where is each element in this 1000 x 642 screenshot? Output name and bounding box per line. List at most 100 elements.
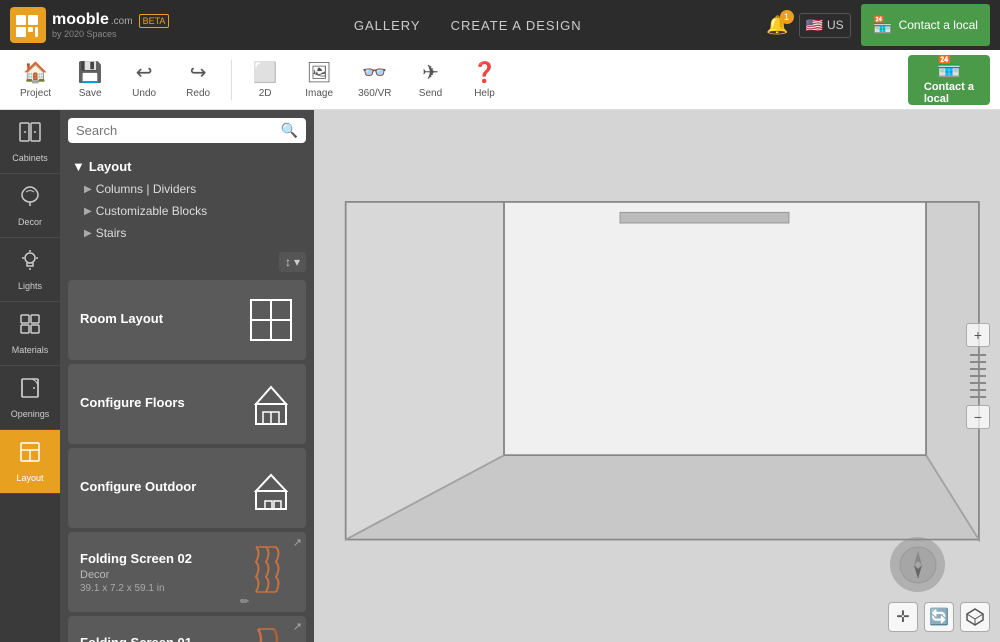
tree-item-blocks[interactable]: ▶ Customizable Blocks	[68, 200, 306, 222]
vr-icon: 👓	[362, 60, 387, 85]
gallery-link[interactable]: GALLERY	[354, 18, 421, 33]
room-layout-title: Room Layout	[80, 311, 224, 326]
layout-icon	[18, 440, 42, 470]
panel-card-folding-01[interactable]: Folding Screen 01 Decor 38.5 x 20.5 x 70…	[68, 616, 306, 642]
create-design-link[interactable]: CREATE A DESIGN	[451, 18, 582, 33]
ruler-line	[970, 354, 986, 356]
share-icon-02: ↗	[293, 536, 302, 549]
bottom-controls: ✛ 🔄	[888, 602, 990, 632]
contact-local-text: Contact alocal	[924, 81, 974, 105]
redo-icon: ↪	[190, 60, 207, 85]
move-btn[interactable]: ✛	[888, 602, 918, 632]
panel-items: Room Layout Configure Floors	[60, 276, 314, 642]
folding-01-img: ↗	[236, 616, 306, 642]
materials-icon	[18, 312, 42, 342]
cabinets-label: Cabinets	[12, 153, 48, 163]
sidebar-item-cabinets[interactable]: Cabinets	[0, 110, 60, 174]
notification-btn[interactable]: 🔔 1	[766, 15, 788, 36]
2d-icon: ⬜	[253, 60, 278, 85]
2d-btn[interactable]: ⬜ 2D	[240, 54, 290, 105]
vr-label: 360/VR	[358, 88, 391, 99]
undo-label: Undo	[132, 88, 156, 99]
panel-card-room-layout-text: Room Layout	[68, 301, 236, 339]
search-icon[interactable]: 🔍	[281, 122, 298, 139]
tree-item-stairs[interactable]: ▶ Stairs	[68, 222, 306, 244]
sidebar-item-materials[interactable]: Materials	[0, 302, 60, 366]
contact-icon: 🏪	[873, 15, 893, 35]
tree-section-layout[interactable]: ▼ Layout	[68, 155, 306, 178]
sort-button[interactable]: ↕ ▾	[279, 252, 306, 272]
search-input[interactable]	[76, 123, 275, 138]
main-area: Cabinets Decor	[0, 110, 1000, 642]
panel-card-room-layout[interactable]: Room Layout	[68, 280, 306, 360]
vr-btn[interactable]: 👓 360/VR	[348, 54, 401, 105]
ruler-line	[970, 375, 986, 377]
logo-area: mooble .com BETA by 2020 Spaces	[10, 7, 169, 43]
decor-icon	[18, 184, 42, 214]
toolbar: 🏠 Project 💾 Save ↩ Undo ↪ Redo ⬜ 2D 🖼 Im…	[0, 50, 1000, 110]
canvas-area[interactable]: + − ✛ 🔄	[314, 110, 1000, 642]
panel-card-configure-floors[interactable]: Configure Floors	[68, 364, 306, 444]
save-btn[interactable]: 💾 Save	[65, 54, 115, 105]
ruler-line	[970, 382, 986, 384]
panel-card-configure-outdoor[interactable]: Configure Outdoor	[68, 448, 306, 528]
undo-btn[interactable]: ↩ Undo	[119, 54, 169, 105]
tree-item-columns-label: Columns | Dividers	[96, 182, 196, 196]
folding-01-title: Folding Screen 01	[80, 635, 224, 642]
panel-card-folding-02[interactable]: Folding Screen 02 Decor 39.1 x 7.2 x 59.…	[68, 532, 306, 612]
lights-label: Lights	[18, 281, 42, 291]
sidebar-item-layout[interactable]: Layout	[0, 430, 60, 494]
project-label: Project	[20, 88, 51, 99]
panel-tree: ▼ Layout ▶ Columns | Dividers ▶ Customiz…	[60, 151, 314, 248]
send-label: Send	[419, 88, 442, 99]
3d-view-btn[interactable]	[960, 602, 990, 632]
sidebar-item-openings[interactable]: Openings	[0, 366, 60, 430]
help-btn[interactable]: ❓ Help	[459, 54, 509, 105]
image-btn[interactable]: 🖼 Image	[294, 54, 344, 105]
contact-local-btn[interactable]: 🏪 Contact alocal	[908, 55, 990, 105]
redo-btn[interactable]: ↪ Redo	[173, 54, 223, 105]
decor-label: Decor	[18, 217, 42, 227]
tree-arrow-columns: ▶	[84, 184, 92, 195]
logo-sub: by 2020 Spaces	[52, 29, 169, 39]
share-icon-01: ↗	[293, 620, 302, 633]
zoom-in-btn[interactable]: +	[966, 323, 990, 347]
logo-name: mooble	[52, 11, 109, 29]
project-btn[interactable]: 🏠 Project	[10, 54, 61, 105]
configure-outdoor-title: Configure Outdoor	[80, 479, 224, 494]
ruler-line	[970, 396, 986, 398]
sort-arrow: ▾	[294, 255, 300, 269]
sidebar-item-decor[interactable]: Decor	[0, 174, 60, 238]
tree-section-label: Layout	[89, 159, 132, 174]
lang-btn[interactable]: 🇺🇸 US	[799, 13, 851, 38]
zoom-out-btn[interactable]: −	[966, 405, 990, 429]
ruler-line	[970, 361, 986, 363]
toolbar-sep-1	[231, 60, 232, 100]
image-label: Image	[305, 88, 333, 99]
tree-item-blocks-label: Customizable Blocks	[96, 204, 207, 218]
logo-com: .com	[111, 16, 133, 27]
configure-floors-img	[236, 364, 306, 444]
sort-bar: ↕ ▾	[60, 248, 314, 276]
tree-item-stairs-label: Stairs	[96, 226, 127, 240]
edit-icon-02: ✏	[240, 595, 249, 608]
send-btn[interactable]: ✈ Send	[405, 54, 455, 105]
folding-02-dims: 39.1 x 7.2 x 59.1 in	[80, 583, 224, 594]
2d-label: 2D	[259, 88, 272, 99]
send-icon: ✈	[422, 60, 439, 85]
sidebar-item-lights[interactable]: Lights	[0, 238, 60, 302]
undo-icon: ↩	[136, 60, 153, 85]
panel-card-folding-02-text: Folding Screen 02 Decor 39.1 x 7.2 x 59.…	[68, 541, 236, 604]
configure-outdoor-img	[236, 448, 306, 528]
rotate-btn[interactable]: 🔄	[924, 602, 954, 632]
openings-label: Openings	[11, 409, 50, 419]
contact-btn[interactable]: 🏪 Contact a local	[861, 4, 990, 46]
nav-right: 🔔 1 🇺🇸 US 🏪 Contact a local	[766, 4, 990, 46]
tree-item-columns[interactable]: ▶ Columns | Dividers	[68, 178, 306, 200]
lang-label: US	[827, 18, 844, 32]
configure-floors-title: Configure Floors	[80, 395, 224, 410]
tree-section-arrow: ▼	[72, 159, 85, 174]
sidebar: Cabinets Decor	[0, 110, 60, 642]
nav-compass[interactable]	[890, 537, 945, 592]
layout-label: Layout	[16, 473, 43, 483]
